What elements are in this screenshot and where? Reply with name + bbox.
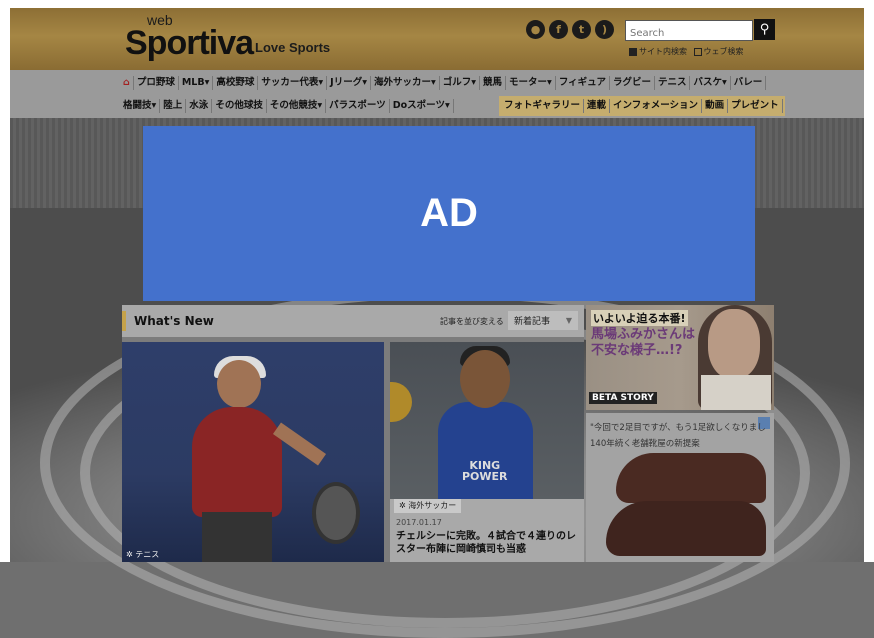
ad-shoes[interactable]: "今回で2足目ですが、もう1足欲しくなりまし 140年続く老舗靴屋の新提案 [586, 413, 774, 562]
player-shorts [202, 512, 272, 562]
window-top-edge [0, 0, 874, 8]
nav-item[interactable]: MLB▾ [179, 76, 214, 90]
twitter-icon[interactable]: t [572, 20, 591, 39]
nav-item[interactable]: 水泳 [186, 99, 213, 113]
nav-item[interactable]: プロ野球 [134, 76, 179, 90]
home-icon[interactable]: ⌂ [120, 76, 134, 90]
model-shirt [701, 375, 771, 410]
whats-new-title: What's New [134, 314, 214, 328]
sort-value: 新着記事 [514, 317, 551, 327]
nav-item[interactable]: ラグビー [610, 76, 655, 90]
soccer-ball [390, 382, 412, 422]
nav-item[interactable]: 競馬 [480, 76, 507, 90]
rss-icon[interactable]: ) [595, 20, 614, 39]
player-head [217, 360, 261, 408]
nav-item[interactable]: 陸上 [160, 99, 187, 113]
chevron-down-icon: ▼ [565, 316, 572, 325]
ad-quote: "今回で2足目ですが、もう1足欲しくなりまし [590, 423, 766, 433]
article-category: ✲ 海外サッカー [394, 499, 462, 513]
nav-item[interactable]: フィギュア [556, 76, 610, 90]
jersey-sponsor: KING POWER [462, 459, 508, 483]
nav-item[interactable]: Jリーグ▾ [327, 76, 371, 90]
search-icon: ⚲ [759, 22, 770, 37]
nav-item[interactable]: バレー [731, 76, 767, 90]
nav-item[interactable]: 格闘技▾ [120, 99, 161, 113]
search-input[interactable] [626, 25, 752, 42]
model-face [708, 309, 760, 379]
nav-item[interactable]: バスケ▾ [690, 76, 731, 90]
ad-subheadline: 馬場ふみかさんは不安な様子…!? [591, 327, 696, 358]
search-web-label: ウェブ検索 [703, 47, 744, 56]
article-card-tennis[interactable]: ✲ テニス [122, 342, 384, 562]
facebook-icon[interactable]: f [549, 20, 568, 39]
logo-main-text: Sportiva [125, 24, 254, 62]
nav-item[interactable]: 高校野球 [213, 76, 259, 90]
nav-item[interactable]: その他球技 [212, 99, 267, 113]
site-header: web Sportiva Love Sports ● f t ) ⚲ サイト内検… [10, 8, 864, 70]
nav-item[interactable]: モーター▾ [506, 76, 556, 90]
social-links: ● f t ) [526, 20, 614, 39]
article-card-soccer-image[interactable]: KING POWER [390, 342, 584, 499]
person-icon[interactable]: ● [526, 20, 545, 39]
shoe-image [616, 453, 766, 503]
nav-row-primary: ⌂ プロ野球 MLB▾ 高校野球 サッカー代表▾ Jリーグ▾ 海外サッカー▾ ゴ… [120, 74, 767, 92]
ad-beta-story[interactable]: いよいよ迫る本番! 馬場ふみかさんは不安な様子…!? BETA STORY [586, 305, 774, 410]
article-card-soccer-meta[interactable]: ✲ 海外サッカー 2017.01.17 チェルシーに完敗。４試合で４連りのレスタ… [390, 499, 584, 562]
nav-item[interactable]: パラスポーツ [326, 99, 390, 113]
nav-row-secondary: 格闘技▾ 陸上 水泳 その他球技 その他競技▾ パラスポーツ Doスポーツ▾ フ… [120, 96, 785, 116]
article-date: 2017.01.17 [396, 518, 442, 527]
logo-tagline: Love Sports [255, 40, 331, 55]
nav-secondary-right: フォトギャラリー 連載 インフォメーション 動画 プレゼント [499, 96, 785, 116]
sort-label: 記事を並び変える [440, 317, 504, 326]
nav-item[interactable]: プレゼント [728, 99, 783, 113]
search-site-radio[interactable] [629, 47, 637, 56]
search-box [625, 20, 753, 42]
article-category: ✲ テニス [126, 550, 160, 559]
player-head [460, 350, 510, 408]
nav-item[interactable]: フォトギャラリー [501, 99, 585, 113]
nav-item[interactable]: ゴルフ▾ [440, 76, 481, 90]
search-options: サイト内検索 ウェブ検索 [625, 46, 744, 57]
ad-label: AD [420, 191, 478, 235]
nav-item[interactable]: その他競技▾ [267, 99, 327, 113]
nav-item[interactable]: Doスポーツ▾ [390, 99, 454, 113]
whats-new-section: What's New 記事を並び変える 新着記事 ▼ ✲ テニス KING PO… [122, 305, 584, 562]
player-jersey [438, 402, 533, 499]
ad-brand: BETA STORY [589, 392, 657, 404]
shoe-image [606, 501, 766, 556]
nav-item[interactable]: インフォメーション [610, 99, 703, 113]
article-title[interactable]: チェルシーに完敗。４試合で４連りのレスター布陣に岡崎慎司も当惑 [396, 530, 582, 556]
search-button[interactable]: ⚲ [754, 19, 775, 40]
main-navigation: ⌂ プロ野球 MLB▾ 高校野球 サッカー代表▾ Jリーグ▾ 海外サッカー▾ ゴ… [10, 70, 864, 118]
nav-item[interactable]: 動画 [702, 99, 729, 113]
sort-select[interactable]: 新着記事 ▼ [508, 311, 578, 330]
nav-item[interactable]: サッカー代表▾ [258, 76, 328, 90]
whats-new-header: What's New 記事を並び変える 新着記事 ▼ [122, 305, 584, 337]
search-web-radio[interactable] [693, 47, 702, 56]
ad-headline: いよいよ迫る本番! [591, 310, 688, 326]
search-site-label: サイト内検索 [639, 47, 687, 56]
section-accent-bar [122, 311, 126, 331]
nav-item[interactable]: 海外サッカー▾ [371, 76, 440, 90]
ad-banner[interactable]: AD [143, 126, 755, 301]
tennis-racket [312, 482, 360, 544]
window-left-edge [0, 0, 10, 562]
player-shirt [192, 407, 282, 517]
nav-item[interactable]: 連載 [584, 99, 611, 113]
window-right-edge [864, 0, 874, 562]
nav-item[interactable]: テニス [655, 76, 691, 90]
ad-description: 140年続く老舗靴屋の新提案 [590, 439, 700, 449]
